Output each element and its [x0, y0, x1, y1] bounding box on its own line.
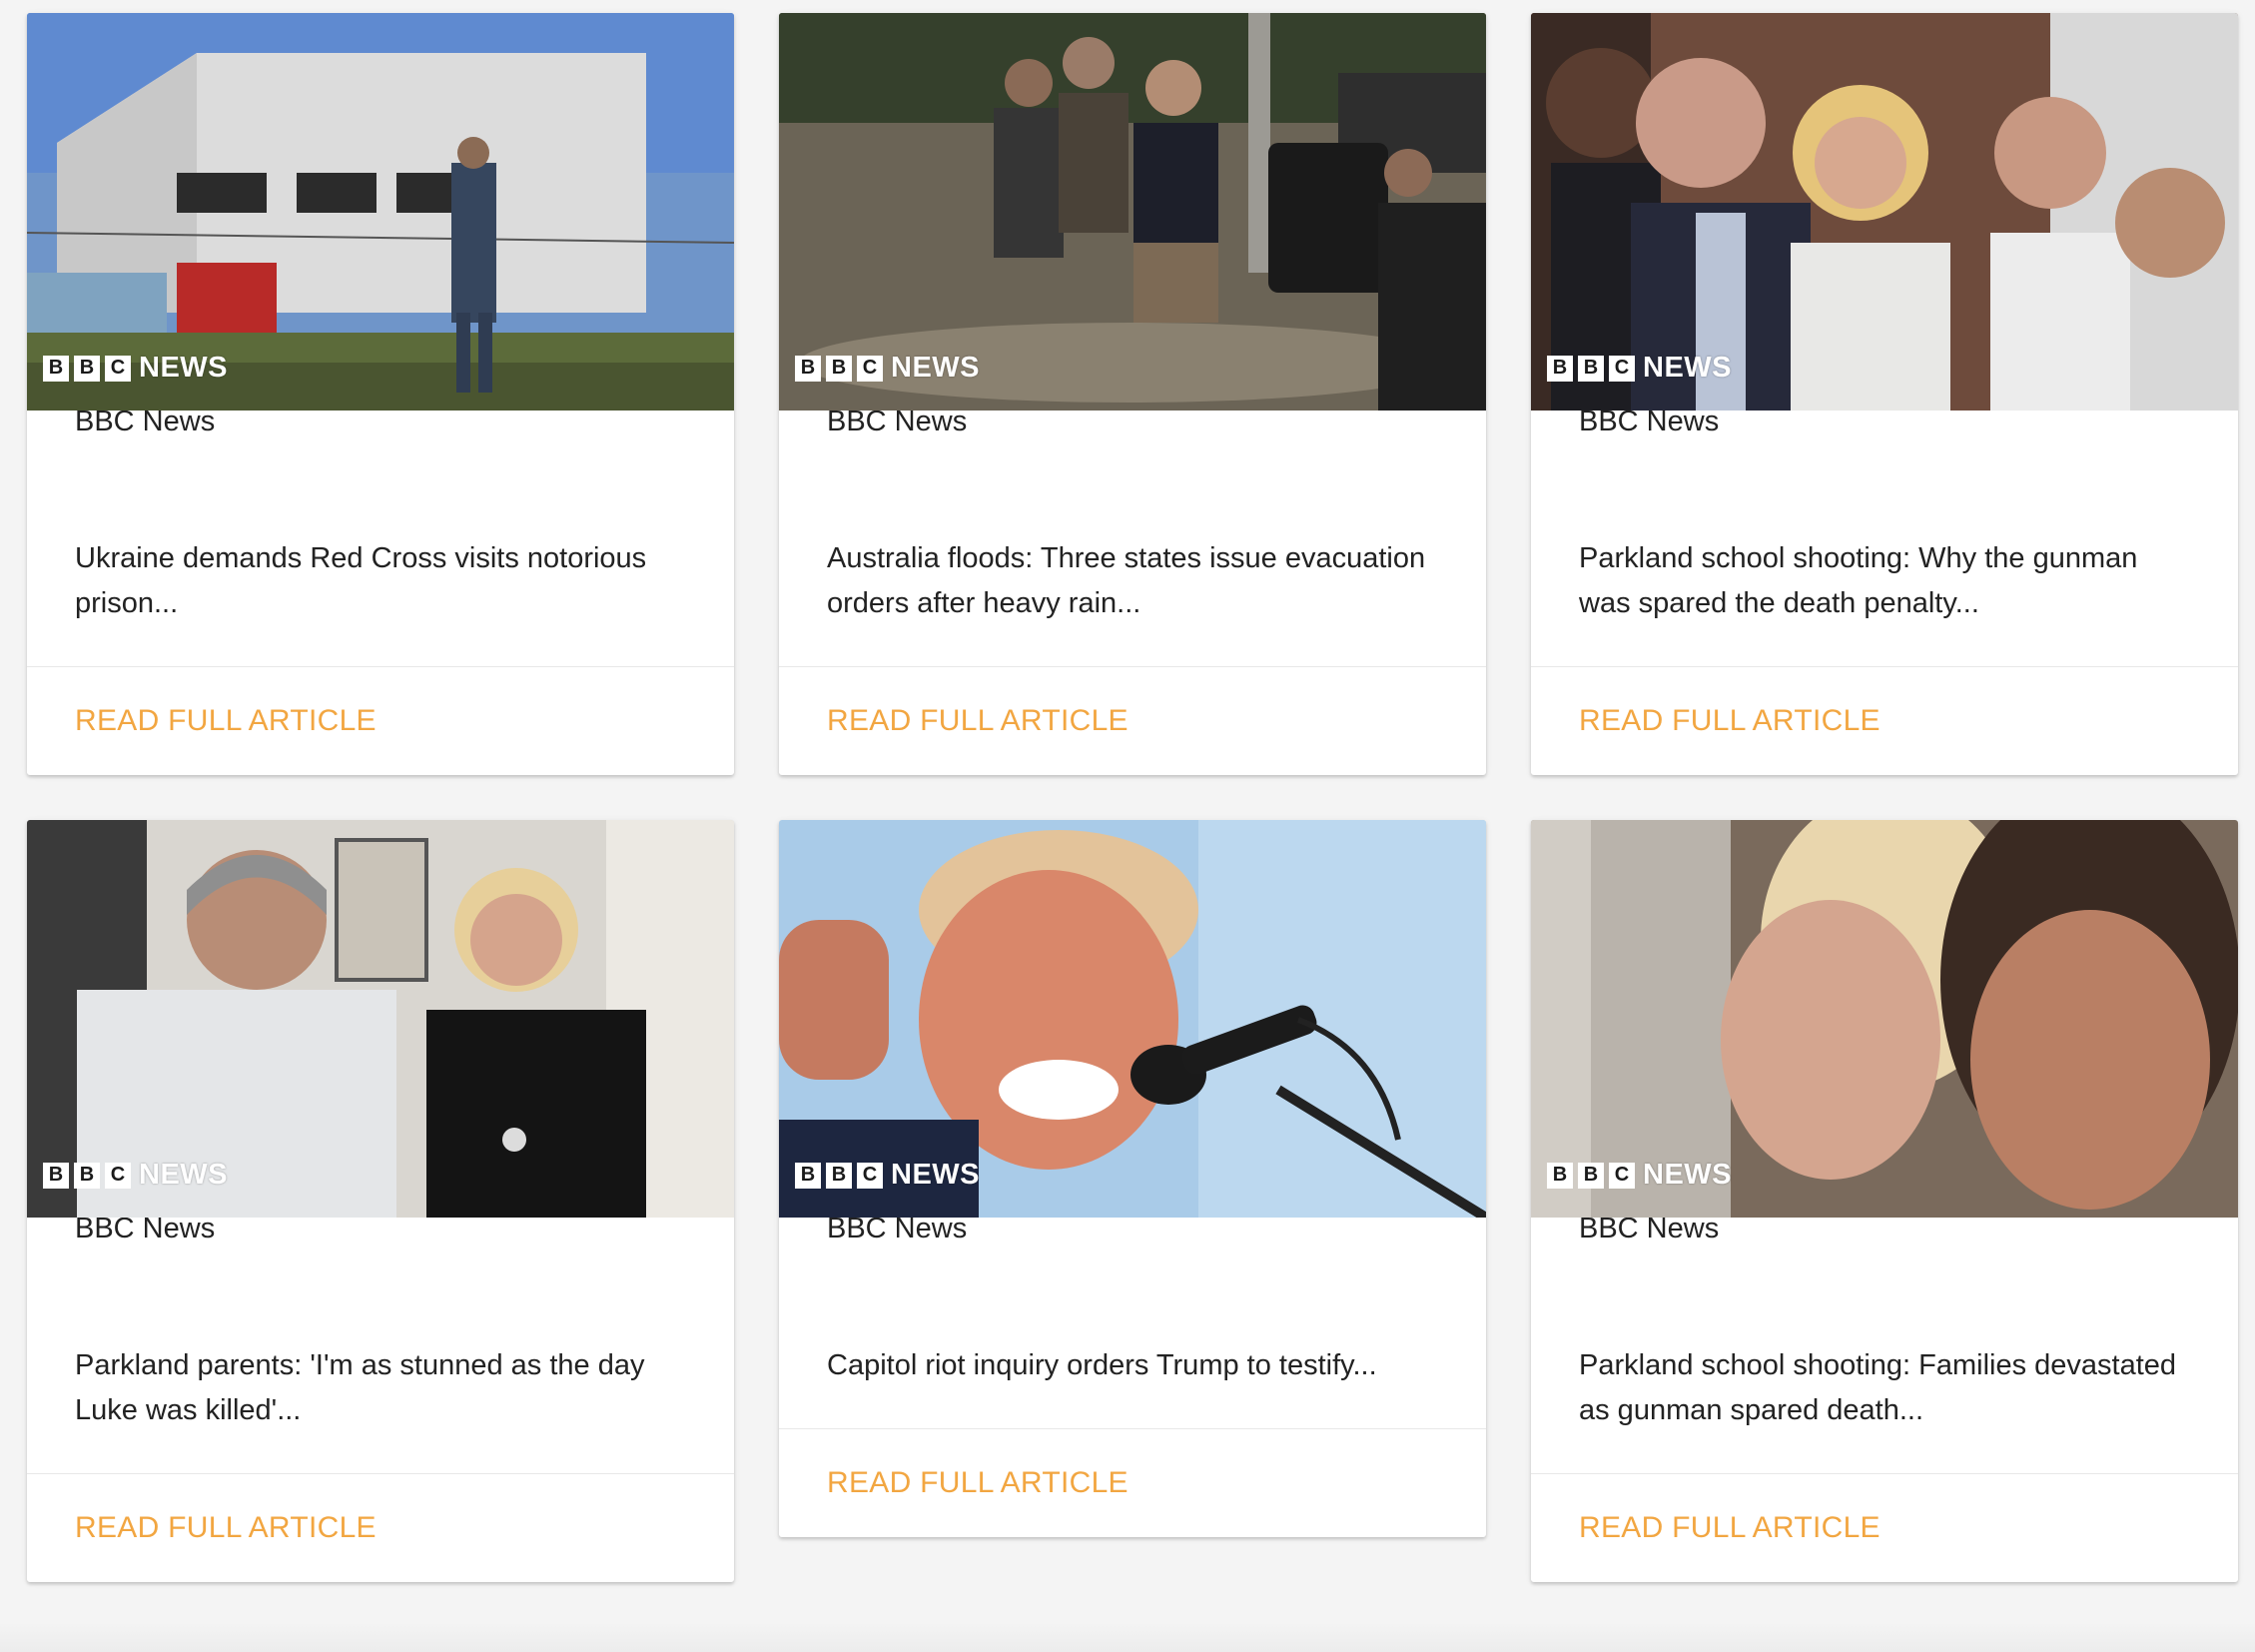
article-headline: Parkland school shooting: Families devas… — [1579, 1349, 2177, 1426]
bbc-news-logo: B B C NEWS — [43, 1159, 228, 1192]
read-full-article-button[interactable]: READ FULL ARTICLE — [827, 704, 1128, 738]
article-image[interactable]: B B C NEWS — [1531, 820, 2238, 1218]
card-actions: READ FULL ARTICLE — [27, 1474, 734, 1582]
article-grid: B B C NEWS BBC News Ukraine demands Red … — [27, 13, 2238, 1582]
card-actions: READ FULL ARTICLE — [1531, 667, 2238, 775]
read-full-article-button[interactable]: READ FULL ARTICLE — [1579, 704, 1880, 738]
article-headline: Parkland school shooting: Why the gunman… — [1579, 542, 2138, 619]
bbc-news-logo: B B C NEWS — [1547, 352, 1732, 385]
article-headline: Ukraine demands Red Cross visits notorio… — [75, 542, 647, 619]
card-actions: READ FULL ARTICLE — [1531, 1474, 2238, 1582]
read-full-article-button[interactable]: READ FULL ARTICLE — [75, 1511, 376, 1545]
article-card: B B C NEWS BBC News Australia floods: Th… — [779, 13, 1486, 775]
article-image[interactable]: B B C NEWS — [779, 820, 1486, 1218]
article-card: B B C NEWS BBC News Ukraine demands Red … — [27, 13, 734, 775]
article-card: B B C NEWS BBC News Capitol riot inquiry… — [779, 820, 1486, 1537]
bbc-news-logo: B B C NEWS — [1547, 1159, 1732, 1192]
card-actions: READ FULL ARTICLE — [779, 1429, 1486, 1537]
page-bottom-edge — [0, 1622, 2255, 1652]
article-source: BBC News — [827, 1213, 968, 1244]
article-card: B B C NEWS BBC News Parkland school shoo… — [1531, 13, 2238, 775]
article-source: BBC News — [827, 406, 968, 437]
article-image[interactable]: B B C NEWS — [27, 820, 734, 1218]
bbc-news-logo: B B C NEWS — [43, 352, 228, 385]
article-card: B B C NEWS BBC News Parkland school shoo… — [1531, 820, 2238, 1582]
article-image[interactable]: B B C NEWS — [1531, 13, 2238, 411]
article-card: B B C NEWS BBC News Parkland parents: 'I… — [27, 820, 734, 1582]
card-actions: READ FULL ARTICLE — [779, 667, 1486, 775]
article-image[interactable]: B B C NEWS — [779, 13, 1486, 411]
article-source: BBC News — [75, 1213, 216, 1244]
bbc-news-logo: B B C NEWS — [795, 1159, 980, 1192]
article-headline: Australia floods: Three states issue eva… — [827, 542, 1426, 619]
article-source: BBC News — [1579, 1213, 1720, 1244]
news-page: B B C NEWS BBC News Ukraine demands Red … — [0, 0, 2255, 1652]
article-headline: Capitol riot inquiry orders Trump to tes… — [827, 1349, 1377, 1381]
bbc-news-logo: B B C NEWS — [795, 352, 980, 385]
article-image[interactable]: B B C NEWS — [27, 13, 734, 411]
article-source: BBC News — [1579, 406, 1720, 437]
card-actions: READ FULL ARTICLE — [27, 667, 734, 775]
article-headline: Parkland parents: 'I'm as stunned as the… — [75, 1349, 645, 1426]
read-full-article-button[interactable]: READ FULL ARTICLE — [827, 1466, 1128, 1500]
read-full-article-button[interactable]: READ FULL ARTICLE — [1579, 1511, 1880, 1545]
read-full-article-button[interactable]: READ FULL ARTICLE — [75, 704, 376, 738]
article-source: BBC News — [75, 406, 216, 437]
